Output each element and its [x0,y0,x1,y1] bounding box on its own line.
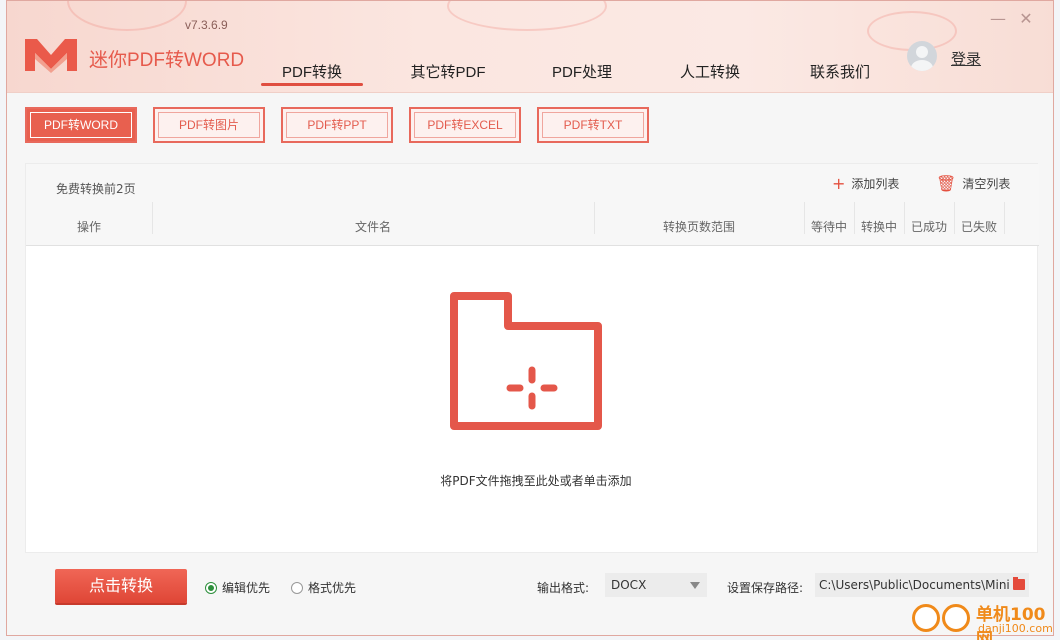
nav-tab-manual-convert[interactable]: 人工转换 [665,61,755,82]
subtab-pdf-to-ppt[interactable]: PDF转PPT [281,107,393,143]
watermark-url: danji100.com [978,622,1053,635]
app-window: 迷你PDF转WORD v7.3.6.9 PDF转换 其它转PDF PDF处理 人… [6,0,1054,636]
nav-tab-pdf-convert[interactable]: PDF转换 [261,61,363,86]
minimize-icon[interactable]: — [987,9,1009,29]
output-format-select[interactable]: DOCX [605,573,707,597]
dropdown-arrow-icon [690,582,700,589]
column-header-converting: 转换中 [860,220,897,234]
save-path-label: 设置保存路径: [727,581,804,595]
column-divider [1004,202,1005,234]
main-nav: PDF转换 其它转PDF PDF处理 人工转换 联系我们 [261,61,907,93]
radio-unchecked-icon [291,582,303,594]
trash-icon: 🗑 [936,174,957,193]
header: 迷你PDF转WORD v7.3.6.9 PDF转换 其它转PDF PDF处理 人… [7,1,1053,93]
subtab-pdf-to-image[interactable]: PDF转图片 [153,107,265,143]
drop-hint[interactable]: 将PDF文件拖拽至此处或者单击添加 [326,472,746,489]
watermark: 单机100网 danji100.com [906,600,1056,640]
folder-icon[interactable] [1013,577,1025,590]
nav-tab-pdf-process[interactable]: PDF处理 [537,61,627,82]
avatar[interactable] [907,41,937,71]
plus-icon: + [832,174,846,193]
radio-format-priority[interactable]: 格式优先 [291,579,356,596]
column-header-failed: 已失败 [960,220,997,234]
login-link[interactable]: 登录 [951,48,981,69]
table-header: 操作 文件名 转换页数范围 等待中 转换中 已成功 已失败 [26,202,1039,246]
decor-cloud [447,1,607,31]
app-logo-icon [25,39,77,73]
add-file-folder-icon[interactable] [444,290,624,450]
app-version: v7.3.6.9 [185,18,228,32]
radio-checked-icon [205,582,217,594]
decor-cloud [67,1,187,31]
clear-list-button[interactable]: 🗑 清空列表 [936,174,1010,193]
add-list-button[interactable]: + 添加列表 [832,174,899,193]
column-header-success: 已成功 [910,220,947,234]
close-icon[interactable]: ✕ [1015,9,1037,29]
panel-toolbar: 免费转换前2页 + 添加列表 🗑 清空列表 [26,164,1039,202]
radio-edit-priority[interactable]: 编辑优先 [205,579,270,596]
column-header-actions: 操作 [76,220,101,234]
subtab-pdf-to-excel[interactable]: PDF转EXCEL [409,107,521,143]
column-header-waiting: 等待中 [810,220,847,234]
nav-tab-other-to-pdf[interactable]: 其它转PDF [403,61,493,82]
app-title: 迷你PDF转WORD [89,50,245,71]
column-header-filename: 文件名 [354,220,391,234]
column-header-page-range: 转换页数范围 [662,220,735,234]
subtab-pdf-to-txt[interactable]: PDF转TXT [537,107,649,143]
output-format-label: 输出格式: [537,581,590,595]
file-list-panel: 免费转换前2页 + 添加列表 🗑 清空列表 操作 文件名 转换页数范围 等待中 转换… [25,163,1039,553]
subtab-pdf-to-word[interactable]: PDF转WORD [25,107,137,143]
watermark-logo-icon [912,604,940,632]
sub-tabs: PDF转WORD PDF转图片 PDF转PPT PDF转EXCEL PDF转TX… [25,107,725,145]
watermark-logo-icon [942,604,970,632]
convert-button[interactable]: 点击转换 [55,569,187,603]
save-path-field[interactable]: C:\Users\Public\Documents\Mini [815,573,1029,597]
nav-tab-contact[interactable]: 联系我们 [795,61,885,82]
free-note: 免费转换前2页 [56,182,136,196]
